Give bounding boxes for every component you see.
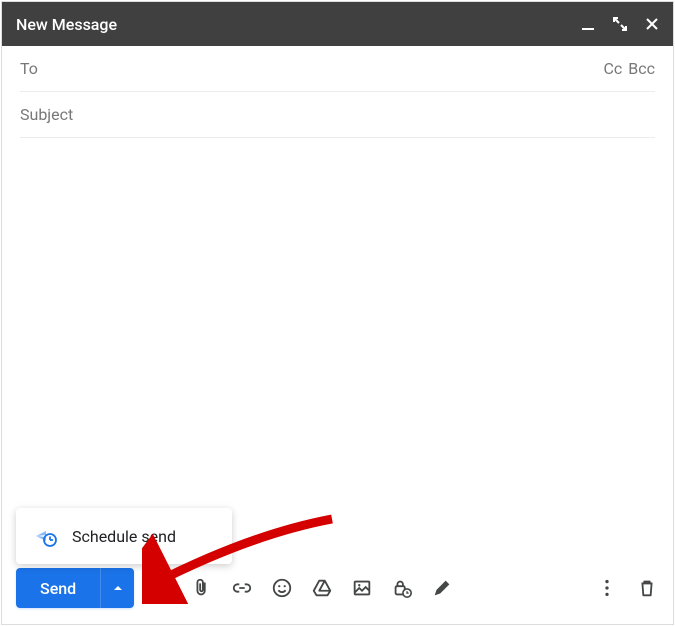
caret-up-icon xyxy=(113,583,123,593)
more-options-button[interactable] xyxy=(595,576,619,600)
more-vert-icon xyxy=(596,577,618,599)
compose-window: New Message To xyxy=(1,1,674,625)
send-options-dropdown[interactable] xyxy=(100,568,134,608)
image-icon xyxy=(351,577,373,599)
minimize-icon xyxy=(581,17,595,31)
discard-draft-button[interactable] xyxy=(635,576,659,600)
paperclip-icon xyxy=(191,577,213,599)
pen-icon xyxy=(431,577,453,599)
send-button-group: Send xyxy=(16,568,134,608)
emoji-button[interactable] xyxy=(270,576,294,600)
insert-link-button[interactable] xyxy=(230,576,254,600)
trash-icon xyxy=(636,577,658,599)
send-options-menu: Schedule send xyxy=(16,508,232,564)
insert-image-button[interactable] xyxy=(350,576,374,600)
titlebar: New Message xyxy=(2,2,673,46)
send-button[interactable]: Send xyxy=(16,568,100,608)
emoji-icon xyxy=(271,577,293,599)
text-format-icon xyxy=(151,577,173,599)
cc-link[interactable]: Cc xyxy=(603,59,622,78)
schedule-send-label: Schedule send xyxy=(72,527,176,546)
minimize-button[interactable] xyxy=(581,17,595,31)
schedule-send-item[interactable]: Schedule send xyxy=(16,518,232,554)
drive-button[interactable] xyxy=(310,576,334,600)
drive-icon xyxy=(311,577,333,599)
close-icon xyxy=(645,17,659,31)
window-controls xyxy=(581,17,659,31)
insert-signature-button[interactable] xyxy=(430,576,454,600)
subject-field[interactable]: Subject xyxy=(20,92,655,138)
expand-icon xyxy=(613,17,627,31)
toolbar-right xyxy=(595,576,659,600)
formatting-button[interactable] xyxy=(150,576,174,600)
link-icon xyxy=(231,577,253,599)
bcc-link[interactable]: Bcc xyxy=(628,59,655,78)
close-button[interactable] xyxy=(645,17,659,31)
send-button-label: Send xyxy=(40,579,76,598)
compose-toolbar: Schedule send Send xyxy=(2,556,673,624)
header-fields: To Cc Bcc Subject xyxy=(2,46,673,138)
to-label: To xyxy=(20,59,38,78)
schedule-send-icon xyxy=(34,524,58,548)
subject-placeholder: Subject xyxy=(20,105,73,124)
window-title: New Message xyxy=(16,15,581,34)
message-body[interactable] xyxy=(2,138,673,556)
expand-button[interactable] xyxy=(613,17,627,31)
ccbcc-group: Cc Bcc xyxy=(603,59,655,78)
to-field[interactable]: To Cc Bcc xyxy=(20,46,655,92)
lock-clock-icon xyxy=(391,577,413,599)
confidential-mode-button[interactable] xyxy=(390,576,414,600)
attach-button[interactable] xyxy=(190,576,214,600)
